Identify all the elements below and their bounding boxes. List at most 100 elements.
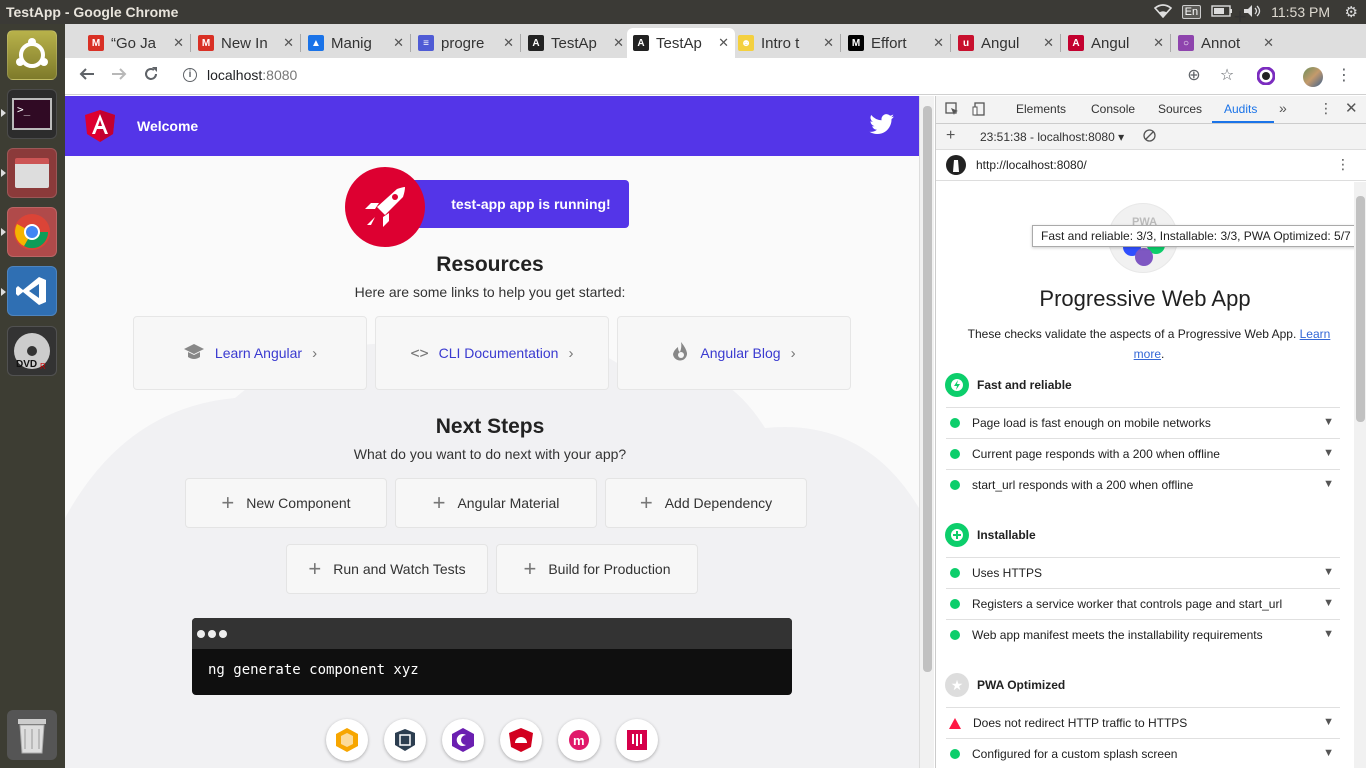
avatar[interactable] <box>1303 67 1323 87</box>
udemy-favicon-icon: u <box>958 35 974 51</box>
info-icon[interactable]: i <box>183 68 197 82</box>
add-dependency-button[interactable]: + Add Dependency <box>605 478 807 528</box>
new-component-button[interactable]: + New Component <box>185 478 387 528</box>
close-tab-icon[interactable]: ✕ <box>1153 35 1164 51</box>
report-menu-icon[interactable]: ⋮ <box>1336 156 1350 173</box>
browser-tab[interactable]: ▲ Manig ✕ <box>302 28 410 58</box>
kebab-menu-icon[interactable]: ⋮ <box>1319 100 1333 117</box>
clear-icon[interactable] <box>1143 129 1156 145</box>
close-tab-icon[interactable]: ✕ <box>718 35 729 51</box>
browser-tab[interactable]: A Angul ✕ <box>1062 28 1170 58</box>
chrome-icon[interactable] <box>7 207 57 257</box>
tab-sources[interactable]: Sources <box>1158 102 1202 116</box>
ubuntu-home-icon[interactable] <box>7 30 57 80</box>
browser-tab[interactable]: M Effort ✕ <box>842 28 950 58</box>
svg-text:R: R <box>40 362 46 371</box>
discord-icon[interactable] <box>616 719 658 761</box>
add-to-desktop-icon[interactable]: ⊕ <box>1185 67 1203 85</box>
close-tab-icon[interactable]: ✕ <box>283 35 294 51</box>
trash-icon[interactable] <box>7 710 57 760</box>
browser-tab[interactable]: M “Go Ja ✕ <box>82 28 190 58</box>
build-for-production-button[interactable]: + Build for Production <box>496 544 698 594</box>
close-tab-icon[interactable]: ✕ <box>823 35 834 51</box>
inspect-element-icon[interactable] <box>945 102 959 119</box>
angular-material-button[interactable]: + Angular Material <box>395 478 597 528</box>
reload-button[interactable] <box>136 66 166 87</box>
pass-icon <box>950 630 960 640</box>
audit-item[interactable]: Current page responds with a 200 when of… <box>946 438 1340 469</box>
keyboard-layout-indicator[interactable]: En <box>1181 5 1202 19</box>
window-title: TestApp - Google Chrome <box>6 4 179 20</box>
cli-documentation-card[interactable]: <> CLI Documentation › <box>375 316 609 390</box>
run-and-watch-tests-button[interactable]: + Run and Watch Tests <box>286 544 488 594</box>
browser-tab[interactable]: M New In ✕ <box>192 28 300 58</box>
clock[interactable]: 11:53 PM <box>1271 4 1330 20</box>
more-tabs-icon[interactable]: » <box>1279 100 1287 116</box>
chevron-down-icon: ▼ <box>1323 597 1334 609</box>
tab-elements[interactable]: Elements <box>1016 102 1066 116</box>
devtools-scrollbar[interactable] <box>1354 182 1366 768</box>
angular-blog-card[interactable]: Angular Blog › <box>617 316 851 390</box>
close-tab-icon[interactable]: ✕ <box>173 35 184 51</box>
browser-tab[interactable]: A TestAp ✕ <box>627 28 735 58</box>
chevron-down-icon: ▼ <box>1323 747 1334 759</box>
plus-icon: + <box>523 556 537 581</box>
terminal-icon[interactable]: >_ <box>7 89 57 139</box>
vscode-icon[interactable] <box>7 266 57 316</box>
close-tab-icon[interactable]: ✕ <box>613 35 624 51</box>
files-icon[interactable] <box>7 148 57 198</box>
wifi-icon[interactable] <box>1153 3 1172 21</box>
extension-icon[interactable] <box>1256 66 1276 86</box>
protractor-icon[interactable] <box>500 719 542 761</box>
chevron-right-icon: › <box>790 344 796 362</box>
new-tab-button[interactable]: + <box>1226 4 1254 32</box>
browser-tab[interactable]: ☻ Intro t ✕ <box>732 28 840 58</box>
audit-item[interactable]: start_url responds with a 200 when offli… <box>946 469 1340 500</box>
url-field[interactable]: localhost:8080 <box>207 67 297 83</box>
dvd-icon[interactable]: DVD R <box>7 326 57 376</box>
audit-item[interactable]: Page load is fast enough on mobile netwo… <box>946 407 1340 438</box>
augury-icon[interactable] <box>384 719 426 761</box>
close-tab-icon[interactable]: ✕ <box>503 35 514 51</box>
audit-item[interactable]: Registers a service worker that controls… <box>946 588 1340 619</box>
launcher: >_ DVD R <box>0 24 65 768</box>
system-tray: En 11:53 PM <box>1153 3 1366 21</box>
back-button[interactable] <box>72 66 102 87</box>
cli-documentation-label: CLI Documentation <box>438 345 559 361</box>
tab-console[interactable]: Console <box>1091 102 1135 116</box>
learn-angular-card[interactable]: Learn Angular › <box>133 316 367 390</box>
device-toolbar-icon[interactable] <box>972 102 986 119</box>
browser-tab[interactable]: ≡ progre ✕ <box>412 28 520 58</box>
audit-item[interactable]: Uses HTTPS ▼ <box>946 557 1340 588</box>
forward-button[interactable] <box>104 66 134 87</box>
star-icon: ★ <box>945 673 969 697</box>
meetup-icon[interactable]: m <box>558 719 600 761</box>
chevron-down-icon: ▼ <box>1323 478 1334 490</box>
session-select[interactable]: 23:51:38 - localhost:8080 ▾ <box>980 130 1124 144</box>
menu-dots-icon[interactable]: ⋮ <box>1335 67 1353 85</box>
close-tab-icon[interactable]: ✕ <box>393 35 404 51</box>
tab-audits[interactable]: Audits <box>1224 102 1257 116</box>
svg-text:m: m <box>573 733 585 748</box>
plus-icon: + <box>221 490 235 515</box>
close-icon[interactable]: ✕ <box>1345 99 1358 117</box>
page-scrollbar[interactable] <box>919 96 934 768</box>
audit-item[interactable]: Configured for a custom splash screen ▼ <box>946 738 1340 768</box>
browser-tab[interactable]: u Angul ✕ <box>952 28 1060 58</box>
gear-icon[interactable]: ⚙ <box>1345 3 1358 21</box>
ngrx-icon[interactable] <box>326 719 368 761</box>
nx-icon[interactable] <box>442 719 484 761</box>
browser-tab[interactable]: ○ Annot ✕ <box>1172 28 1280 58</box>
close-tab-icon[interactable]: ✕ <box>1263 35 1274 51</box>
bookmark-star-icon[interactable]: ☆ <box>1218 67 1236 85</box>
audit-item[interactable]: Does not redirect HTTP traffic to HTTPS ▼ <box>946 707 1340 738</box>
close-tab-icon[interactable]: ✕ <box>1043 35 1054 51</box>
audit-item[interactable]: Web app manifest meets the installabilit… <box>946 619 1340 650</box>
new-audit-icon[interactable]: + <box>946 127 955 145</box>
angular-blog-label: Angular Blog <box>700 345 781 361</box>
browser-tab[interactable]: A TestAp ✕ <box>522 28 630 58</box>
tab-strip: M “Go Ja ✕ M New In ✕ ▲ Manig ✕ ≡ progre ✕ A TestAp ✕ A… <box>65 24 1366 58</box>
pwa-title: Progressive Web App <box>1039 286 1251 311</box>
twitter-icon[interactable] <box>869 114 895 139</box>
close-tab-icon[interactable]: ✕ <box>933 35 944 51</box>
